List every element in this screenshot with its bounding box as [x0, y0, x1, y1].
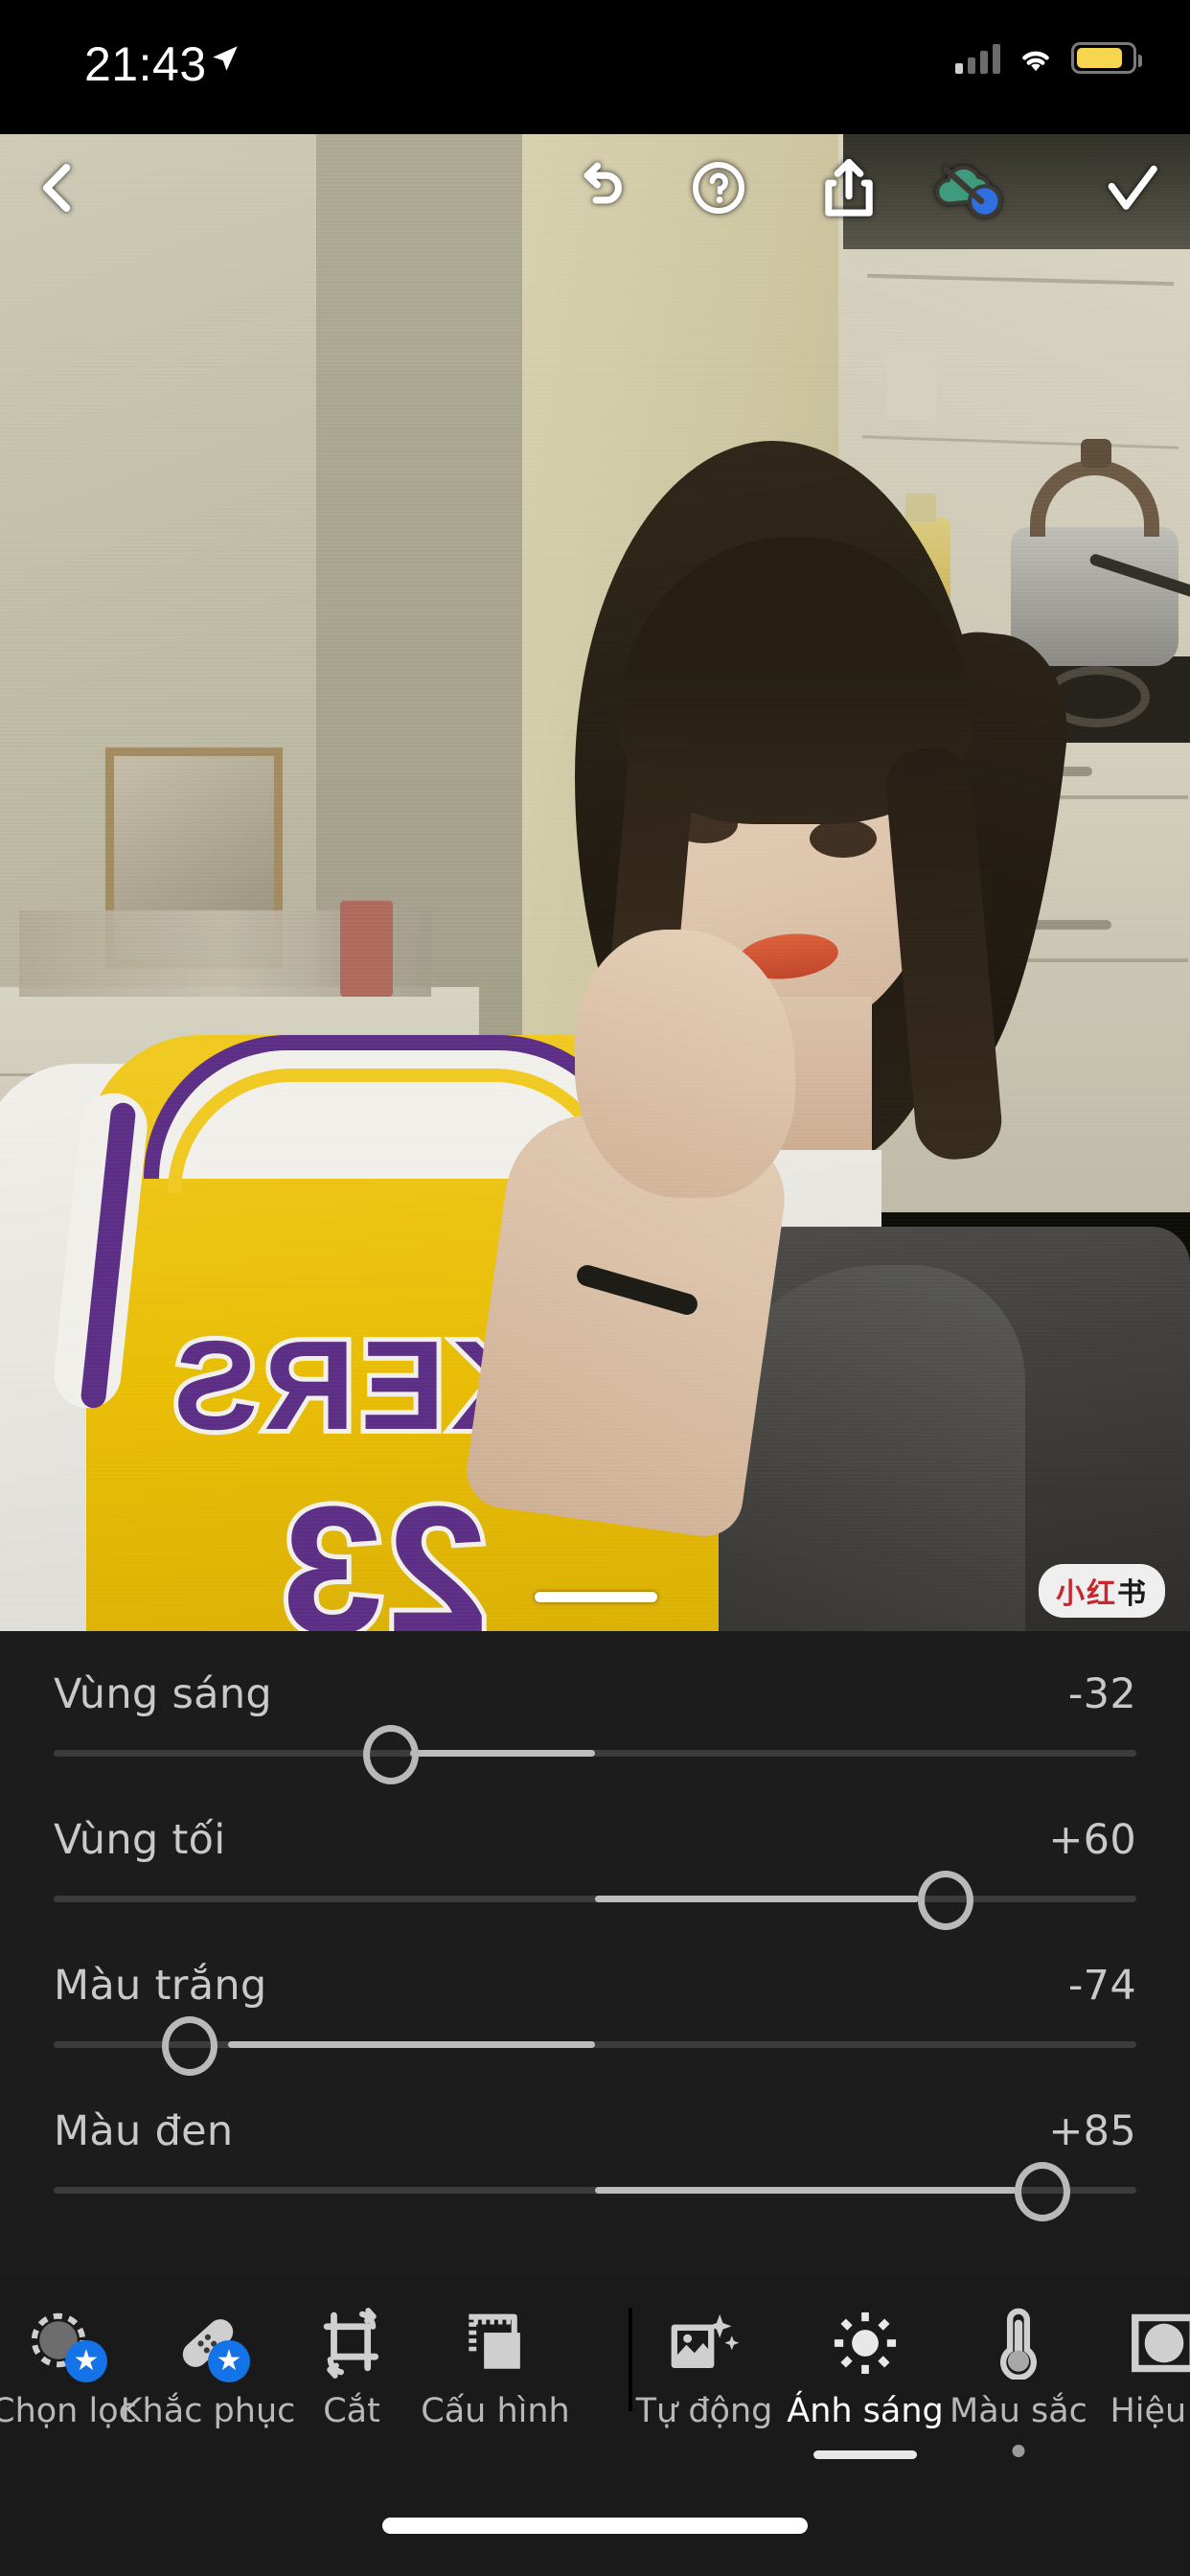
cellular-signal-icon — [955, 43, 1000, 74]
slider-thumb[interactable] — [918, 1871, 973, 1930]
slider-fill — [410, 1750, 595, 1757]
panel-drag-handle[interactable] — [535, 1592, 657, 1602]
tool-label: Hiệu ứ — [1110, 2392, 1190, 2430]
slider-fill — [228, 2041, 595, 2048]
battery-fill — [1077, 48, 1123, 68]
slider-label: Vùng tối — [54, 1816, 226, 1864]
tool-label: Tự động — [635, 2392, 773, 2430]
chevron-left-icon — [42, 164, 71, 212]
healing-bandage-icon: ★ — [172, 2308, 250, 2382]
tool-hieu-ung[interactable]: Hiệu ứ — [1092, 2275, 1190, 2496]
photo-canvas[interactable]: KERS 23 — [0, 134, 1190, 1631]
slider-row-blacks[interactable]: Màu đen +85 — [0, 2107, 1190, 2261]
lightroom-photo-editor-screen: KERS 23 小红书 小红书号: H2029892268 21:43 — [0, 0, 1190, 2576]
slider-label: Màu đen — [54, 2107, 234, 2155]
checkmark-icon — [1108, 165, 1157, 210]
tool-anh-sang[interactable]: Ánh sáng — [787, 2275, 944, 2496]
sync-status-button[interactable] — [922, 142, 1014, 234]
tool-edited-dot — [1012, 2445, 1025, 2457]
slider-thumb[interactable] — [1015, 2162, 1070, 2221]
tool-label: Cấu hình — [421, 2392, 570, 2430]
tool-label: Màu sắc — [950, 2392, 1087, 2430]
tool-label: Ánh sáng — [787, 2392, 944, 2430]
tool-mau-sac[interactable]: Màu sắc — [947, 2275, 1090, 2496]
help-button[interactable] — [673, 142, 765, 234]
done-button[interactable] — [1087, 142, 1179, 234]
question-mark-circle-icon — [692, 161, 745, 215]
slider-value: +85 — [1048, 2107, 1136, 2155]
slider-label: Màu trắng — [54, 1962, 267, 2010]
status-indicators — [955, 42, 1142, 74]
active-tab-indicator — [813, 2450, 917, 2459]
sun-light-icon — [829, 2308, 902, 2379]
tool-label: Cắt — [323, 2392, 380, 2430]
tool-cat[interactable]: Cắt — [280, 2275, 423, 2496]
slider-fill — [595, 1896, 919, 1902]
slider-value: -74 — [1067, 1962, 1136, 2010]
cloud-off-icon — [935, 165, 1002, 218]
premium-star-badge: ★ — [65, 2340, 107, 2382]
editor-top-toolbar — [0, 134, 1190, 242]
share-upload-icon — [825, 158, 873, 217]
undo-button[interactable] — [554, 142, 646, 234]
share-button[interactable] — [803, 142, 895, 234]
crop-rotate-icon — [316, 2308, 387, 2379]
slider-fill — [595, 2187, 1017, 2194]
thermometer-color-icon — [989, 2308, 1048, 2380]
tool-label: Chọn lọc — [0, 2392, 137, 2430]
premium-star-badge: ★ — [208, 2340, 250, 2382]
slider-value: +60 — [1048, 1816, 1136, 1864]
edited-photo: KERS 23 — [0, 134, 1190, 1631]
undo-arrow-icon — [584, 162, 622, 204]
xhs-badge-dark-text: 书 — [1117, 1577, 1148, 1611]
bottom-safe-area — [0, 2496, 1190, 2576]
profiles-stack-icon — [459, 2308, 532, 2379]
photo-grain-overlay — [0, 134, 1190, 1631]
tool-khac-phuc[interactable]: ★ Khắc phục — [121, 2275, 295, 2496]
location-arrow-icon — [213, 46, 238, 71]
tool-chon-loc[interactable]: ★ Chọn lọc — [0, 2275, 137, 2496]
auto-enhance-icon — [667, 2308, 742, 2379]
editor-tool-bar: ★ Chọn lọc ★ Khắc phục Cắt Cấu hình Tự đ… — [0, 2275, 1190, 2496]
effects-vignette-icon — [1128, 2308, 1190, 2379]
tool-label: Khắc phục — [120, 2392, 296, 2430]
slider-row-whites[interactable]: Màu trắng -74 — [0, 1962, 1190, 2115]
slider-value: -32 — [1067, 1670, 1136, 1718]
back-button[interactable] — [11, 142, 103, 234]
status-bar: 21:43 — [0, 0, 1190, 134]
tool-group-divider — [629, 2308, 632, 2411]
slider-row-highlights[interactable]: Vùng sáng -32 — [0, 1670, 1190, 1824]
slider-thumb[interactable] — [162, 2016, 217, 2076]
status-time: 21:43 — [84, 37, 207, 91]
tool-tu-dong[interactable]: Tự động — [632, 2275, 776, 2496]
slider-track[interactable] — [54, 1750, 1136, 1757]
battery-low-power-icon — [1071, 42, 1142, 74]
slider-row-shadows[interactable]: Vùng tối +60 — [0, 1816, 1190, 1969]
tool-cau-hinh[interactable]: Cấu hình — [421, 2275, 570, 2496]
slider-thumb[interactable] — [363, 1725, 419, 1784]
xhs-badge-red-text: 小红 — [1056, 1577, 1117, 1611]
slider-label: Vùng sáng — [54, 1670, 272, 1718]
home-indicator[interactable] — [382, 2518, 808, 2534]
selective-mask-icon: ★ — [27, 2308, 107, 2382]
wifi-icon — [1022, 51, 1049, 71]
xiaohongshu-watermark-badge: 小红书 — [1039, 1564, 1165, 1618]
